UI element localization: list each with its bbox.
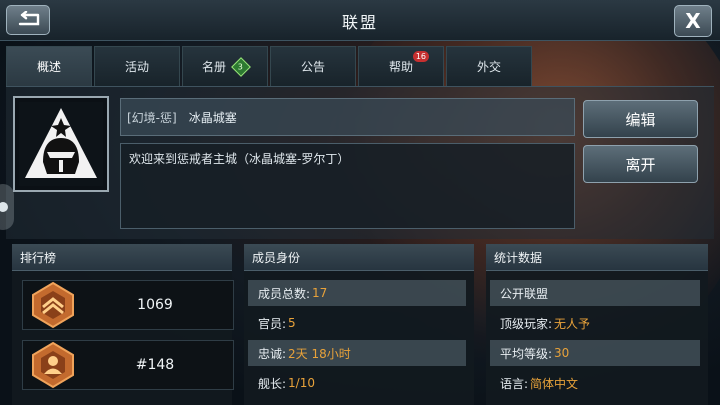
- loyalty-row: 忠诚: 2天 18小时: [248, 340, 466, 366]
- tab-announcement[interactable]: 公告: [270, 46, 356, 86]
- alliance-description: 欢迎来到惩戒者主城（冰晶城塞-罗尔丁）: [120, 143, 575, 229]
- alliance-name: 冰晶城塞: [188, 110, 237, 125]
- public-alliance-row: 公开联盟: [490, 280, 700, 306]
- tab-label: 活动: [124, 60, 149, 74]
- tab-bar: 概述 活动 名册 3 公告 帮助 16 外交: [6, 46, 534, 86]
- average-level-row: 平均等级: 30: [490, 340, 700, 366]
- power-value: 1069: [137, 297, 173, 313]
- alliance-emblem-icon: [19, 102, 103, 186]
- rank-row: #148: [22, 340, 234, 390]
- stats-panel: 统计数据 公开联盟 顶级玩家: 无人予 平均等级: 30 语言: 简体中文: [486, 244, 708, 405]
- alliance-name-field: [幻境-惩] 冰晶城塞: [120, 98, 575, 136]
- window-title: 联盟: [341, 13, 378, 32]
- alliance-tag: [幻境-惩]: [127, 110, 177, 125]
- leave-button[interactable]: 离开: [583, 145, 698, 183]
- tab-label: 公告: [300, 60, 325, 74]
- close-button[interactable]: X: [674, 5, 712, 37]
- rank-members-icon: [32, 341, 74, 389]
- alliance-emblem[interactable]: [13, 96, 109, 192]
- title-bar: 联盟 X: [0, 0, 720, 41]
- tab-label: 名册: [201, 60, 226, 74]
- power-row: 1069: [22, 280, 234, 330]
- tab-label: 帮助: [388, 60, 413, 74]
- roster-count-badge: 3: [231, 56, 251, 77]
- tab-roster[interactable]: 名册 3: [182, 46, 268, 86]
- rank-value: #148: [135, 357, 175, 373]
- captains-row: 舰长: 1/10: [258, 376, 315, 391]
- tab-activity[interactable]: 活动: [94, 46, 180, 86]
- membership-panel: 成员身份 成员总数: 17 官员: 5 忠诚: 2天 18小时 舰长: 1/10: [244, 244, 474, 405]
- tab-label: 外交: [476, 60, 501, 74]
- side-drawer-handle[interactable]: [0, 184, 14, 230]
- rank-medal-icon: [32, 281, 74, 329]
- panel-title: 成员身份: [244, 244, 474, 271]
- help-notification-badge: 16: [412, 51, 429, 62]
- tab-overview[interactable]: 概述: [6, 46, 92, 86]
- member-total-row: 成员总数: 17: [248, 280, 466, 306]
- officers-row: 官员: 5: [258, 316, 296, 331]
- language-row: 语言: 简体中文: [500, 376, 579, 391]
- tab-label: 概述: [36, 60, 61, 74]
- edit-button[interactable]: 编辑: [583, 100, 698, 138]
- tab-diplomacy[interactable]: 外交: [446, 46, 532, 86]
- top-player-row: 顶级玩家: 无人予: [500, 316, 591, 331]
- panel-title: 排行榜: [12, 244, 232, 271]
- panel-title: 统计数据: [486, 244, 708, 271]
- leaderboard-panel: 排行榜 1069 #148: [12, 244, 234, 405]
- tab-help[interactable]: 帮助 16: [358, 46, 444, 86]
